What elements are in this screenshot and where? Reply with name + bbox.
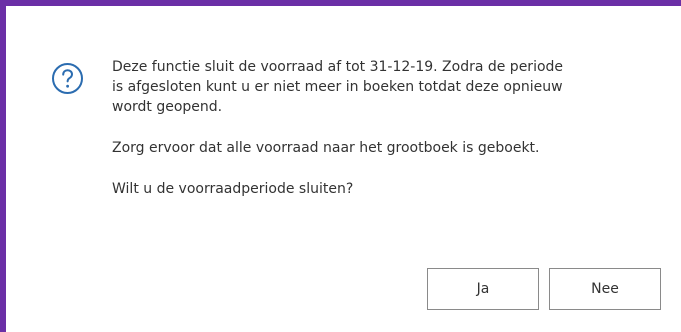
question-text: Wilt u de voorraadperiode sluiten? <box>112 181 354 197</box>
question-circle-icon <box>52 63 83 94</box>
reminder-text: Zorg ervoor dat alle voorraad naar het g… <box>112 140 540 156</box>
message-line: Deze functie sluit de voorraad af tot 31… <box>112 59 564 75</box>
yes-button[interactable]: Ja <box>427 268 539 310</box>
confirmation-dialog: Deze functie sluit de voorraad af tot 31… <box>0 0 681 332</box>
no-button[interactable]: Nee <box>549 268 661 310</box>
message-line: wordt geopend. <box>112 99 223 115</box>
dialog-message: Deze functie sluit de voorraad af tot 31… <box>112 57 657 199</box>
message-line: is afgesloten kunt u er niet meer in boe… <box>112 79 563 95</box>
